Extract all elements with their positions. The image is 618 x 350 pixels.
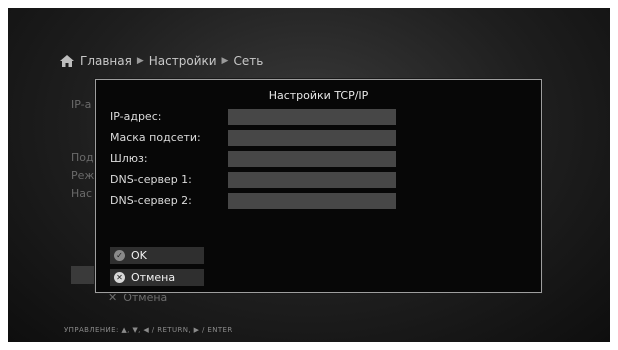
breadcrumb-network: Сеть xyxy=(233,54,264,68)
cancel-button-label: Отмена xyxy=(131,271,176,284)
breadcrumb: Главная ▶ Настройки ▶ Сеть xyxy=(60,54,263,68)
bg-row-subnet: Под xyxy=(71,151,94,164)
bg-row-mode: Реж xyxy=(71,169,95,182)
ok-button-label: OK xyxy=(131,249,147,262)
check-icon: ✓ xyxy=(114,250,125,261)
breadcrumb-separator: ▶ xyxy=(136,56,144,66)
ip-address-field[interactable] xyxy=(228,109,396,125)
gateway-field[interactable] xyxy=(228,151,396,167)
subnet-mask-label: Маска подсети: xyxy=(110,131,201,144)
tcpip-settings-dialog: Настройки TCP/IP IP-адрес: Маска подсети… xyxy=(95,79,542,293)
tv-screen: Главная ▶ Настройки ▶ Сеть IP-а Под Реж … xyxy=(8,8,610,342)
ip-address-label: IP-адрес: xyxy=(110,110,162,123)
breadcrumb-settings[interactable]: Настройки xyxy=(149,54,217,68)
dns-server-2-label: DNS-сервер 2: xyxy=(110,194,192,207)
dns-server-1-label: DNS-сервер 1: xyxy=(110,173,192,186)
subnet-mask-field[interactable] xyxy=(228,130,396,146)
ok-button[interactable]: ✓ OK xyxy=(110,247,204,264)
gateway-label: Шлюз: xyxy=(110,152,148,165)
breadcrumb-home[interactable]: Главная xyxy=(80,54,132,68)
bg-row-ip: IP-а xyxy=(71,98,92,111)
dns-server-2-field[interactable] xyxy=(228,193,396,209)
home-icon xyxy=(60,55,74,67)
dns-server-1-field[interactable] xyxy=(228,172,396,188)
dialog-title: Настройки TCP/IP xyxy=(268,89,369,102)
cancel-button[interactable]: ✕ Отмена xyxy=(110,269,204,286)
close-icon: ✕ xyxy=(114,272,125,283)
bg-row-settings: Нас xyxy=(71,187,93,200)
control-hints: УПРАВЛЕНИЕ: ▲, ▼, ◀ / RETURN, ▶ / ENTER xyxy=(64,326,233,334)
breadcrumb-separator: ▶ xyxy=(221,56,229,66)
